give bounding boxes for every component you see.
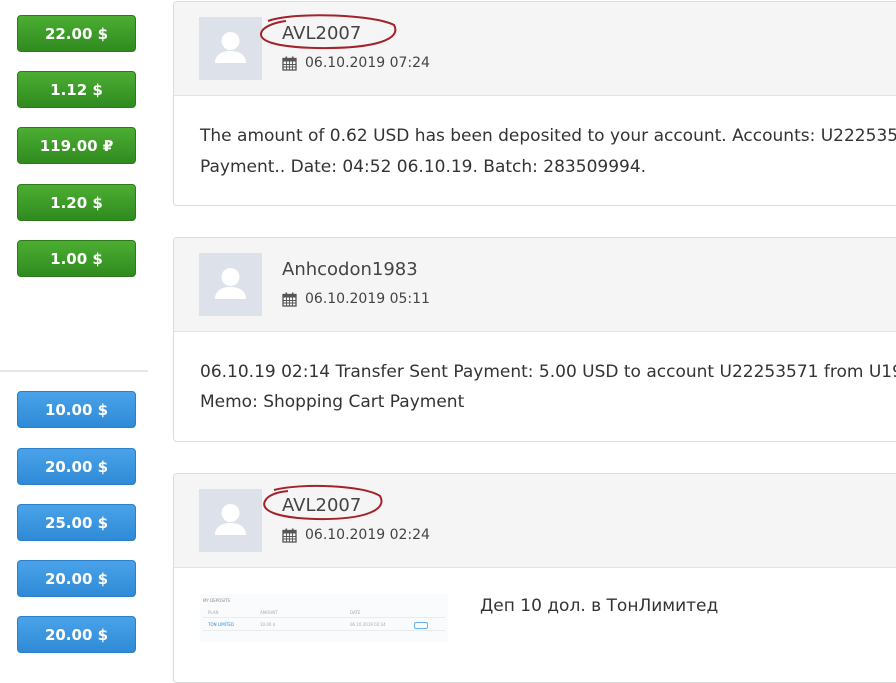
amount-button-blue-1[interactable]: 10.00 $ (17, 391, 136, 428)
amount-button-blue-4[interactable]: 20.00 $ (17, 560, 136, 597)
sidebar-divider (0, 370, 148, 372)
post-header: Anhcodon1983 06.10.2019 05:11 (174, 238, 896, 332)
amount-button-green-1[interactable]: 22.00 $ (17, 15, 136, 52)
calendar-icon (282, 56, 297, 71)
amount-button-green-3[interactable]: 119.00 ₽ (17, 127, 136, 164)
thumbnail-title: MY DEPOSITS (203, 598, 231, 603)
thumbnail-cell: 06.10.2019 02:24 (350, 622, 386, 627)
avatar[interactable] (199, 489, 262, 552)
amount-button-blue-5[interactable]: 20.00 $ (17, 616, 136, 653)
thumbnail-divider (203, 617, 445, 618)
thumbnail-cell: TON LIMITED (208, 622, 234, 627)
calendar-icon (282, 528, 297, 543)
post-date-text: 06.10.2019 07:24 (305, 55, 430, 71)
amount-button-blue-3[interactable]: 25.00 $ (17, 504, 136, 541)
post-header: AVL2007 06.10.2019 02:24 (174, 474, 896, 568)
sidebar: 22.00 $ 1.12 $ 119.00 ₽ 1.20 $ 1.00 $ 10… (0, 0, 160, 670)
screenshot-thumbnail[interactable]: MY DEPOSITS PLAN AMOUNT DATE TON LIMITED… (200, 594, 448, 642)
post-card: Anhcodon1983 06.10.2019 05:11 06.10.19 0… (173, 237, 896, 442)
post-date: 06.10.2019 07:24 (282, 55, 430, 71)
user-silhouette-icon (215, 268, 246, 299)
thumbnail-header-cell: PLAN (208, 610, 219, 615)
post-text-line: Memo: Shopping Cart Payment (200, 392, 465, 412)
post-username[interactable]: AVL2007 (282, 495, 361, 516)
post-date-text: 06.10.2019 05:11 (305, 291, 430, 307)
calendar-icon (282, 292, 297, 307)
post-text-line: Payment.. Date: 04:52 06.10.19. Batch: 2… (200, 157, 647, 177)
thumbnail-header-cell: AMOUNT (260, 610, 278, 615)
post-date-text: 06.10.2019 02:24 (305, 527, 430, 543)
user-silhouette-icon (215, 32, 246, 63)
thumbnail-cell: 10.00 $ (260, 622, 276, 627)
thumbnail-header-cell: DATE (350, 610, 361, 615)
post-card: AVL2007 06.10.2019 07:24 The amount of 0… (173, 1, 896, 206)
avatar[interactable] (199, 17, 262, 80)
avatar[interactable] (199, 253, 262, 316)
thumbnail-divider (203, 630, 445, 631)
user-silhouette-icon (215, 504, 246, 535)
amount-button-green-5[interactable]: 1.00 $ (17, 240, 136, 277)
post-date: 06.10.2019 02:24 (282, 527, 430, 543)
post-date: 06.10.2019 05:11 (282, 291, 430, 307)
post-text-line: 06.10.19 02:14 Transfer Sent Payment: 5.… (200, 362, 896, 382)
post-header: AVL2007 06.10.2019 07:24 (174, 2, 896, 96)
post-username[interactable]: Anhcodon1983 (282, 259, 418, 280)
amount-button-blue-2[interactable]: 20.00 $ (17, 448, 136, 485)
post-note: Деп 10 дол. в ТонЛимитед (480, 596, 719, 616)
amount-button-green-4[interactable]: 1.20 $ (17, 184, 136, 221)
post-text-line: The amount of 0.62 USD has been deposite… (200, 126, 896, 146)
post-card: AVL2007 06.10.2019 02:24 MY DEPOSITS PLA… (173, 473, 896, 683)
post-username[interactable]: AVL2007 (282, 23, 361, 44)
amount-button-green-2[interactable]: 1.12 $ (17, 71, 136, 108)
thumbnail-button (414, 622, 428, 629)
